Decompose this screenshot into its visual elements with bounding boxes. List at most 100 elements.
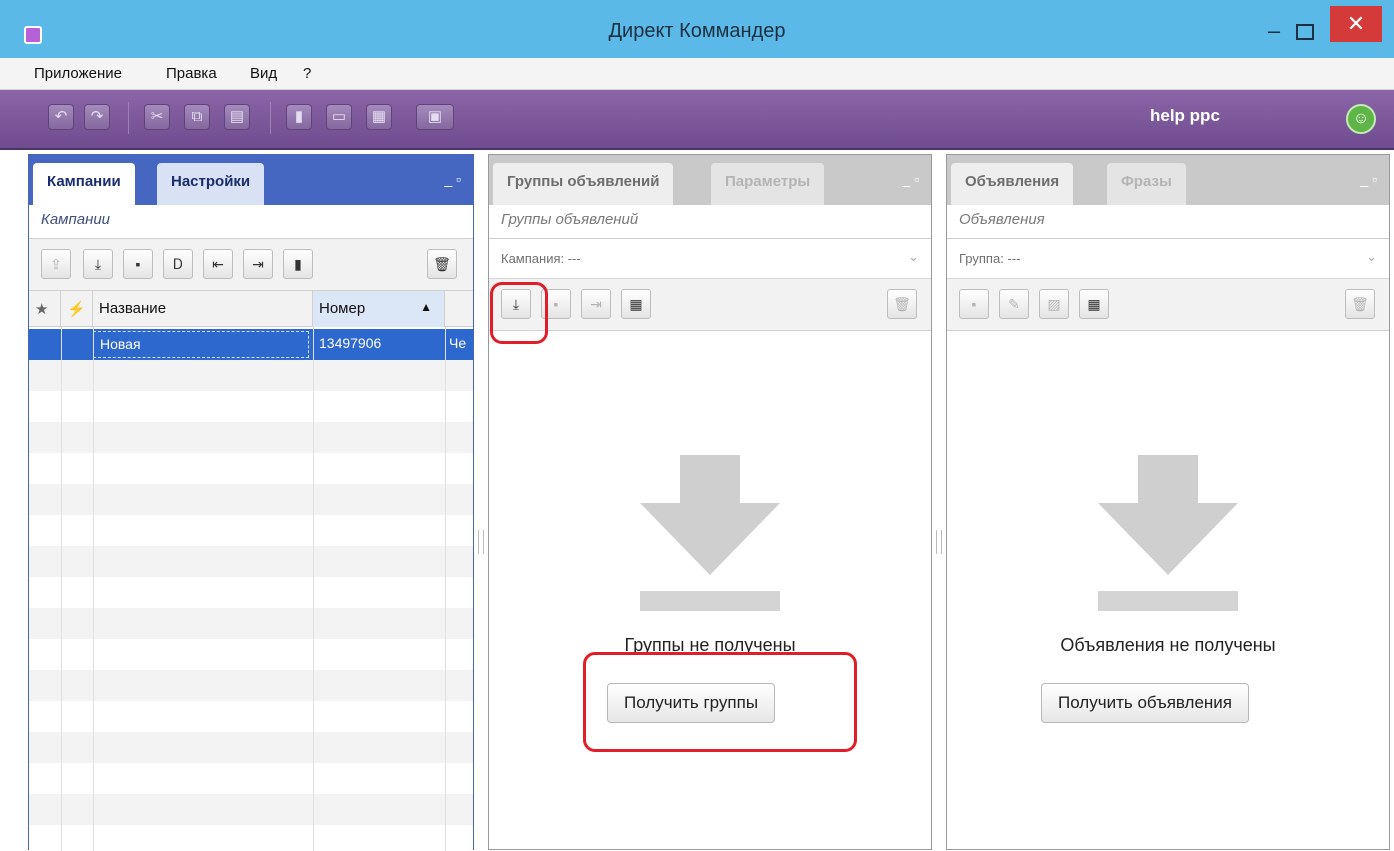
flag-column-header[interactable]: ⚡ [61, 291, 93, 327]
chevron-down-icon[interactable]: ⌄ [1366, 249, 1377, 265]
empty-table-row [29, 732, 473, 763]
delete-icon[interactable]: 🗑 [887, 289, 917, 319]
paste-icon[interactable]: ▤ [224, 104, 250, 130]
upload-icon[interactable]: ⇪ [41, 249, 71, 279]
menu-edit[interactable]: Правка [166, 65, 217, 82]
campaign-filter[interactable]: Кампания: --- ⌄ [489, 239, 931, 279]
empty-table-row [29, 546, 473, 577]
layout-dropdown-icon[interactable]: ▣ [416, 104, 454, 130]
delete-icon[interactable]: 🗑 [1345, 289, 1375, 319]
import-icon[interactable]: ⇤ [203, 249, 233, 279]
panel-splitter[interactable] [478, 530, 484, 554]
groups-toolbar: ⤓ ▪ ⇥ ▦ 🗑 [489, 279, 931, 331]
toolbar-separator [128, 102, 129, 134]
copy-icon[interactable]: ⧉ [184, 104, 210, 130]
empty-table-row [29, 453, 473, 484]
number-column-header[interactable]: Номер ▲ [313, 291, 445, 327]
rename-icon[interactable]: Ꭰ [163, 249, 193, 279]
panel-window-controls[interactable]: _ ▫ [1360, 171, 1377, 187]
star-column-header[interactable]: ★ [29, 291, 61, 327]
empty-table-row [29, 391, 473, 422]
empty-table-row [29, 360, 473, 391]
column-divider [93, 327, 94, 851]
maximize-button[interactable] [1296, 24, 1314, 40]
app-window: Директ Коммандер ‒ ✕ Приложение Правка В… [0, 0, 1394, 851]
tab-ad-groups[interactable]: Группы объявлений [493, 163, 674, 205]
highlight-get-groups-button [583, 652, 857, 752]
ads-tabstrip: Объявления Фразы _ ▫ [947, 155, 1389, 205]
download-placeholder-icon [640, 455, 780, 611]
download-placeholder-icon [1098, 455, 1238, 611]
empty-table-row [29, 577, 473, 608]
get-ads-button[interactable]: Получить объявления [1041, 683, 1250, 723]
empty-table-row [29, 794, 473, 825]
panel-window-controls[interactable]: _ ▫ [444, 171, 461, 187]
campaign-extra-cell[interactable]: Че [445, 329, 473, 360]
grid-icon[interactable]: ▦ [366, 104, 392, 130]
campaign-name-cell[interactable]: Новая [93, 331, 309, 358]
empty-table-row [29, 639, 473, 670]
column-divider [61, 327, 62, 851]
name-column-header[interactable]: Название [93, 291, 313, 327]
menu-bar: Приложение Правка Вид ? [0, 58, 1394, 90]
panel-subtitle: Кампании [29, 205, 473, 239]
image-icon[interactable]: ▨ [1039, 289, 1069, 319]
new-document-icon[interactable]: ▪ [959, 289, 989, 319]
tab-phrases[interactable]: Фразы [1107, 163, 1186, 205]
bar-chart-icon[interactable]: ▮ [286, 104, 312, 130]
table-view-icon[interactable]: ▦ [1079, 289, 1109, 319]
campaigns-toolbar: ⇪ ⤓ ▪ Ꭰ ⇤ ⇥ ▮ 🗑 [29, 239, 473, 291]
toolbar-separator [270, 102, 271, 134]
new-document-icon[interactable]: ▪ [123, 249, 153, 279]
edit-icon[interactable]: ✎ [999, 289, 1029, 319]
groups-tabstrip: Группы объявлений Параметры _ ▫ [489, 155, 931, 205]
menu-view[interactable]: Вид [250, 65, 277, 82]
tab-parameters[interactable]: Параметры [711, 163, 825, 205]
empty-table-row [29, 825, 473, 851]
campaigns-table: ★ ⚡ Название Номер ▲ Новая 13497906 Че [29, 291, 473, 851]
campaigns-panel: Кампании Настройки _ ▫ Кампании ⇪ ⤓ ▪ Ꭰ … [28, 154, 474, 851]
account-label[interactable]: help ppc [1150, 106, 1220, 126]
empty-table-row [29, 763, 473, 794]
export-icon[interactable]: ⇥ [581, 289, 611, 319]
sort-ascending-icon: ▲ [420, 300, 432, 314]
group-filter[interactable]: Группа: --- ⌄ [947, 239, 1389, 279]
export-icon[interactable]: ⇥ [243, 249, 273, 279]
empty-table-row [29, 515, 473, 546]
ads-toolbar: ▪ ✎ ▨ ▦ 🗑 [947, 279, 1389, 331]
cut-icon[interactable]: ✂ [144, 104, 170, 130]
empty-table-row [29, 484, 473, 515]
ads-panel: Объявления Фразы _ ▫ Объявления Группа: … [946, 154, 1390, 850]
minimize-button[interactable]: ‒ [1262, 20, 1286, 44]
menu-app[interactable]: Приложение [34, 65, 122, 82]
table-view-icon[interactable]: ▦ [621, 289, 651, 319]
highlight-download-button [490, 282, 548, 344]
title-bar: Директ Коммандер ‒ ✕ [0, 0, 1394, 58]
chevron-down-icon[interactable]: ⌄ [908, 249, 919, 265]
empty-state-text: Объявления не получены [1060, 635, 1276, 655]
campaign-filter-label: Кампания: --- [501, 251, 581, 266]
close-button[interactable]: ✕ [1330, 6, 1382, 42]
number-column-label: Номер [319, 300, 366, 317]
table-row[interactable]: Новая 13497906 Че [29, 329, 473, 360]
table-header: ★ ⚡ Название Номер ▲ [29, 291, 473, 327]
undo-icon[interactable]: ↶ [48, 104, 74, 130]
column-divider [445, 327, 446, 851]
panel-splitter[interactable] [936, 530, 942, 554]
ellipsis-icon[interactable]: ▭ [326, 104, 352, 130]
panel-subtitle: Объявления [947, 205, 1389, 239]
tab-settings[interactable]: Настройки [157, 163, 265, 205]
column-divider [313, 327, 314, 851]
campaign-number-cell[interactable]: 13497906 [313, 329, 443, 360]
download-icon[interactable]: ⤓ [83, 249, 113, 279]
tab-campaigns[interactable]: Кампании [33, 163, 135, 205]
empty-table-row [29, 701, 473, 732]
empty-table-row [29, 670, 473, 701]
delete-icon[interactable]: 🗑 [427, 249, 457, 279]
tab-ads[interactable]: Объявления [951, 163, 1074, 205]
menu-help[interactable]: ? [303, 65, 311, 82]
account-status-icon[interactable]: ☺ [1346, 104, 1376, 134]
stats-icon[interactable]: ▮ [283, 249, 313, 279]
panel-window-controls[interactable]: _ ▫ [902, 171, 919, 187]
redo-icon[interactable]: ↷ [84, 104, 110, 130]
